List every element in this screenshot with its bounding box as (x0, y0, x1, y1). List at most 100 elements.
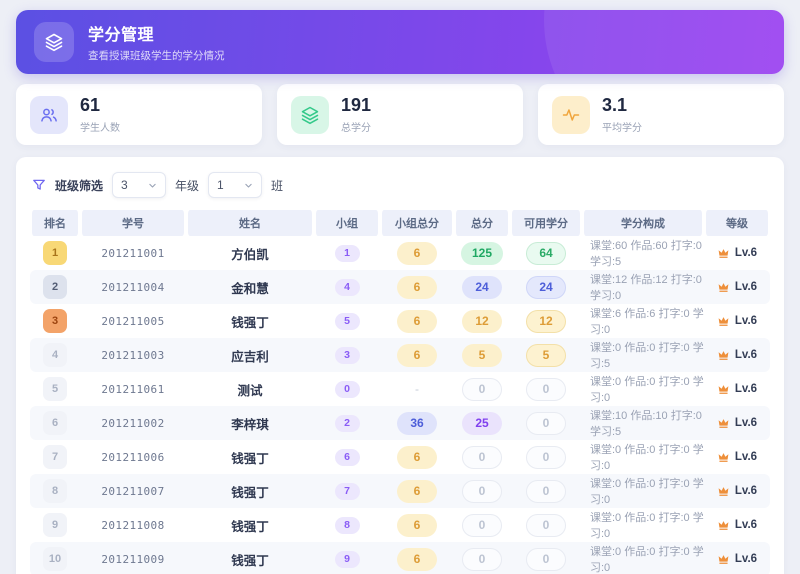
total-pill: 125 (461, 242, 503, 265)
composition-text: 课堂:12 作品:12 打字:0 学习:0 (582, 271, 704, 303)
class-select[interactable]: 1 (208, 172, 262, 198)
composition-text: 课堂:60 作品:60 打字:0 学习:5 (582, 237, 704, 269)
stat-text: 191 总学分 (341, 95, 371, 134)
stat-value: 61 (80, 95, 120, 116)
student-name: 钱强丁 (186, 516, 314, 535)
rank-badge: 6 (43, 411, 67, 435)
col-composition: 学分构成 (582, 210, 704, 236)
available-pill: 0 (526, 514, 566, 537)
crown-icon (717, 417, 730, 430)
table-row: 5 201211061 测试 0 - 0 0 课堂:0 作品:0 打字:0 学习… (30, 372, 770, 406)
total-pill: 12 (462, 310, 502, 333)
rank-badge: 7 (43, 445, 67, 469)
student-name: 钱强丁 (186, 312, 314, 331)
available-pill: 0 (526, 412, 566, 435)
student-name: 金和慧 (186, 278, 314, 297)
level-label: Lv.6 (735, 349, 757, 361)
group-badge: 6 (335, 449, 360, 466)
table-row: 2 201211004 金和慧 4 6 24 24 课堂:12 作品:12 打字… (30, 270, 770, 304)
stat-label: 总学分 (341, 119, 371, 134)
stat-card-students: 61 学生人数 (16, 84, 262, 145)
group-score-pill: 6 (397, 344, 437, 367)
student-name: 钱强丁 (186, 482, 314, 501)
crown-icon (717, 315, 730, 328)
composition-text: 课堂:0 作品:0 打字:0 学习:0 (582, 543, 704, 574)
group-badge: 0 (335, 381, 360, 398)
col-rank: 排名 (30, 210, 80, 236)
crown-icon (717, 383, 730, 396)
grade-select[interactable]: 3 (112, 172, 166, 198)
group-badge: 8 (335, 517, 360, 534)
student-id: 201211001 (80, 247, 186, 260)
total-pill: 0 (462, 514, 502, 537)
layers-icon (34, 22, 74, 62)
rank-badge: 8 (43, 479, 67, 503)
table-body: 1 201211001 方伯凯 1 6 125 64 课堂:60 作品:60 打… (30, 236, 770, 574)
total-pill: 0 (462, 378, 502, 401)
crown-icon (717, 485, 730, 498)
group-badge: 2 (335, 415, 360, 432)
stat-label: 平均学分 (602, 119, 642, 134)
table-row: 10 201211009 钱强丁 9 6 0 0 课堂:0 作品:0 打字:0 … (30, 542, 770, 574)
composition-text: 课堂:10 作品:10 打字:0 学习:5 (582, 407, 704, 439)
users-icon (30, 96, 68, 134)
student-id: 201211007 (80, 485, 186, 498)
chevron-down-icon (244, 181, 253, 190)
group-score-pill: 6 (397, 310, 437, 333)
available-pill: 0 (526, 480, 566, 503)
col-level: 等级 (704, 210, 770, 236)
table-row: 6 201211002 李梓琪 2 36 25 0 课堂:10 作品:10 打字… (30, 406, 770, 440)
group-badge: 9 (335, 551, 360, 568)
composition-text: 课堂:0 作品:0 打字:0 学习:0 (582, 475, 704, 507)
rank-badge: 5 (43, 377, 67, 401)
student-name: 方伯凯 (186, 244, 314, 263)
col-total: 总分 (454, 210, 510, 236)
rank-badge: 3 (43, 309, 67, 333)
page-title: 学分管理 (88, 21, 225, 45)
table-row: 7 201211006 钱强丁 6 6 0 0 课堂:0 作品:0 打字:0 学… (30, 440, 770, 474)
crown-icon (717, 247, 730, 260)
stat-value: 3.1 (602, 95, 642, 116)
col-group: 小组 (314, 210, 380, 236)
level-label: Lv.6 (735, 485, 757, 497)
student-id: 201211008 (80, 519, 186, 532)
rank-badge: 10 (43, 547, 67, 571)
stats-row: 61 学生人数 191 总学分 3.1 平均学分 (16, 84, 784, 145)
available-pill: 24 (526, 276, 566, 299)
level-label: Lv.6 (735, 451, 757, 463)
group-score-pill: - (397, 378, 437, 401)
student-name: 李梓琪 (186, 414, 314, 433)
student-id: 201211061 (80, 383, 186, 396)
level-label: Lv.6 (735, 417, 757, 429)
stat-label: 学生人数 (80, 119, 120, 134)
available-pill: 64 (526, 242, 566, 265)
stat-card-average-credits: 3.1 平均学分 (538, 84, 784, 145)
group-score-pill: 6 (397, 548, 437, 571)
funnel-icon (32, 178, 46, 192)
crown-icon (717, 281, 730, 294)
student-name: 钱强丁 (186, 550, 314, 569)
student-id: 201211009 (80, 553, 186, 566)
col-available: 可用学分 (510, 210, 582, 236)
group-badge: 1 (335, 245, 360, 262)
total-pill: 5 (462, 344, 502, 367)
table-row: 8 201211007 钱强丁 7 6 0 0 课堂:0 作品:0 打字:0 学… (30, 474, 770, 508)
rank-badge: 2 (43, 275, 67, 299)
activity-icon (552, 96, 590, 134)
student-name: 测试 (186, 380, 314, 399)
stat-card-total-credits: 191 总学分 (277, 84, 523, 145)
level-label: Lv.6 (735, 281, 757, 293)
available-pill: 0 (526, 378, 566, 401)
class-select-value: 1 (217, 178, 224, 192)
col-group-score: 小组总分 (380, 210, 454, 236)
available-pill: 0 (526, 446, 566, 469)
composition-text: 课堂:0 作品:0 打字:0 学习:5 (582, 339, 704, 371)
crown-icon (717, 451, 730, 464)
group-score-pill: 36 (397, 412, 437, 435)
total-pill: 0 (462, 548, 502, 571)
group-badge: 3 (335, 347, 360, 364)
level-label: Lv.6 (735, 383, 757, 395)
grade-suffix-label: 年级 (175, 177, 199, 194)
student-name: 应吉利 (186, 346, 314, 365)
stat-text: 3.1 平均学分 (602, 95, 642, 134)
